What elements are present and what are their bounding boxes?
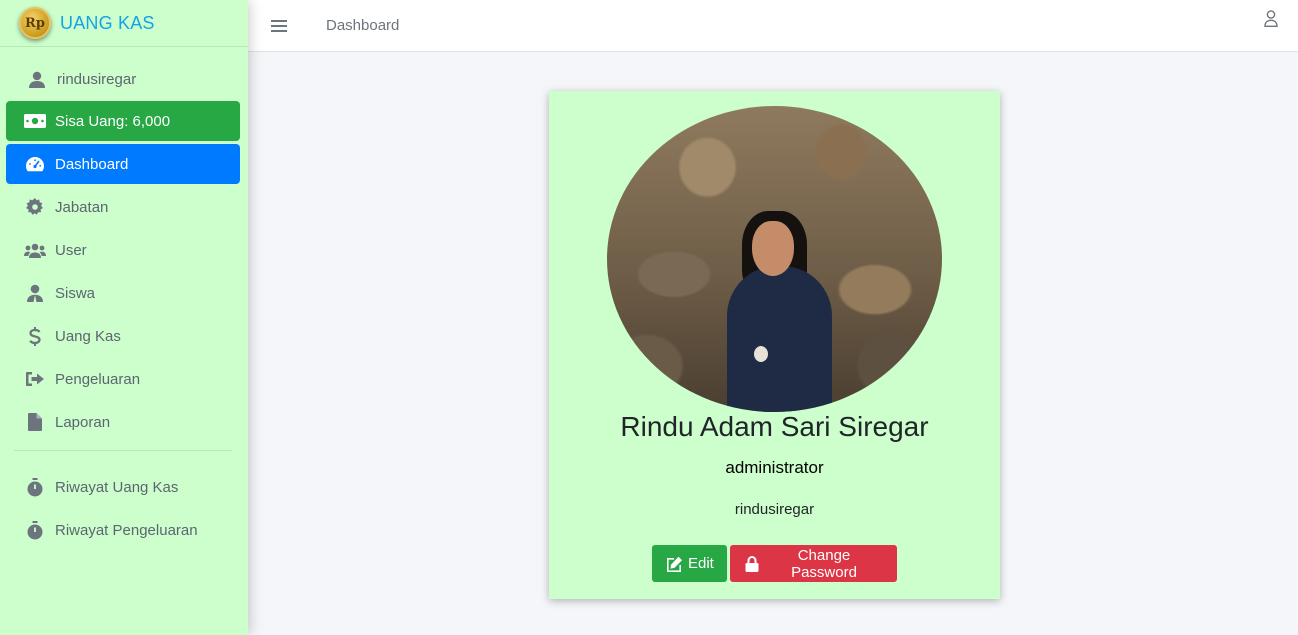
brand-title: UANG KAS <box>60 12 155 33</box>
sidebar-item-uang-kas[interactable]: Uang Kas <box>6 316 240 356</box>
saldo-badge[interactable]: Sisa Uang: 6,000 <box>6 101 240 141</box>
sidebar-item-label: Jabatan <box>55 198 109 216</box>
sidebar-item-dashboard[interactable]: Dashboard <box>6 144 240 184</box>
page-title[interactable]: Dashboard <box>326 17 399 34</box>
sidebar-item-label: User <box>55 241 87 259</box>
sidebar-item-riwayat-uang-kas[interactable]: Riwayat Uang Kas <box>6 467 240 507</box>
sidebar-item-user[interactable]: User <box>6 230 240 270</box>
sidebar-item-label: Siswa <box>55 284 96 302</box>
file-icon <box>24 413 46 431</box>
sidebar-nav: Sisa Uang: 6,000 Dashboard Jabatan User <box>0 101 248 550</box>
sidebar-item-label: Laporan <box>55 413 111 431</box>
brand-logo: Rp <box>19 7 51 39</box>
users-icon <box>24 241 46 259</box>
user-icon <box>26 71 48 88</box>
stopwatch-icon <box>24 520 46 539</box>
stopwatch-icon <box>24 477 46 496</box>
sidebar-item-label: Dashboard <box>55 155 129 173</box>
sidebar-item-label: Riwayat Pengeluaran <box>55 521 198 539</box>
user-outline-icon[interactable] <box>1264 10 1278 32</box>
change-password-label: Change Password <box>791 546 857 581</box>
tachometer-icon <box>24 155 46 173</box>
sidebar-item-label: Riwayat Uang Kas <box>55 478 179 496</box>
student-icon <box>24 284 46 302</box>
hamburger-icon[interactable] <box>271 17 287 35</box>
sidebar-divider <box>14 450 232 451</box>
sidebar-item-riwayat-pengeluaran[interactable]: Riwayat Pengeluaran <box>6 510 240 550</box>
saldo-label: Sisa Uang: 6,000 <box>55 112 171 130</box>
sidebar-user[interactable]: rindusiregar <box>0 57 248 101</box>
edit-icon <box>665 556 683 572</box>
money-icon <box>24 112 46 130</box>
edit-button[interactable]: Edit <box>652 545 727 582</box>
sidebar-item-laporan[interactable]: Laporan <box>6 402 240 442</box>
top-navbar: Dashboard <box>248 0 1298 52</box>
profile-username: rindusiregar <box>734 501 815 518</box>
profile-role: administrator <box>725 458 824 477</box>
profile-card: Rindu Adam Sari Siregar administrator ri… <box>549 91 1000 599</box>
profile-name: Rindu Adam Sari Siregar <box>620 411 929 442</box>
dollar-icon <box>24 326 46 346</box>
edit-button-label: Edit <box>688 555 714 572</box>
profile-photo <box>607 106 942 412</box>
change-password-button[interactable]: Change Password <box>730 545 897 582</box>
brand-link[interactable]: Rp UANG KAS <box>0 0 248 47</box>
sidebar-username: rindusiregar <box>57 70 137 88</box>
sidebar-item-jabatan[interactable]: Jabatan <box>6 187 240 227</box>
sidebar-item-pengeluaran[interactable]: Pengeluaran <box>6 359 240 399</box>
sign-out-icon <box>24 370 46 388</box>
sidebar: Rp UANG KAS rindusiregar Sisa Uang: 6,00… <box>0 0 248 635</box>
gear-icon <box>24 198 46 216</box>
lock-icon <box>745 555 759 572</box>
sidebar-item-label: Uang Kas <box>55 327 121 345</box>
sidebar-item-siswa[interactable]: Siswa <box>6 273 240 313</box>
sidebar-item-label: Pengeluaran <box>55 370 141 388</box>
profile-actions: Edit Change Password <box>652 545 897 582</box>
